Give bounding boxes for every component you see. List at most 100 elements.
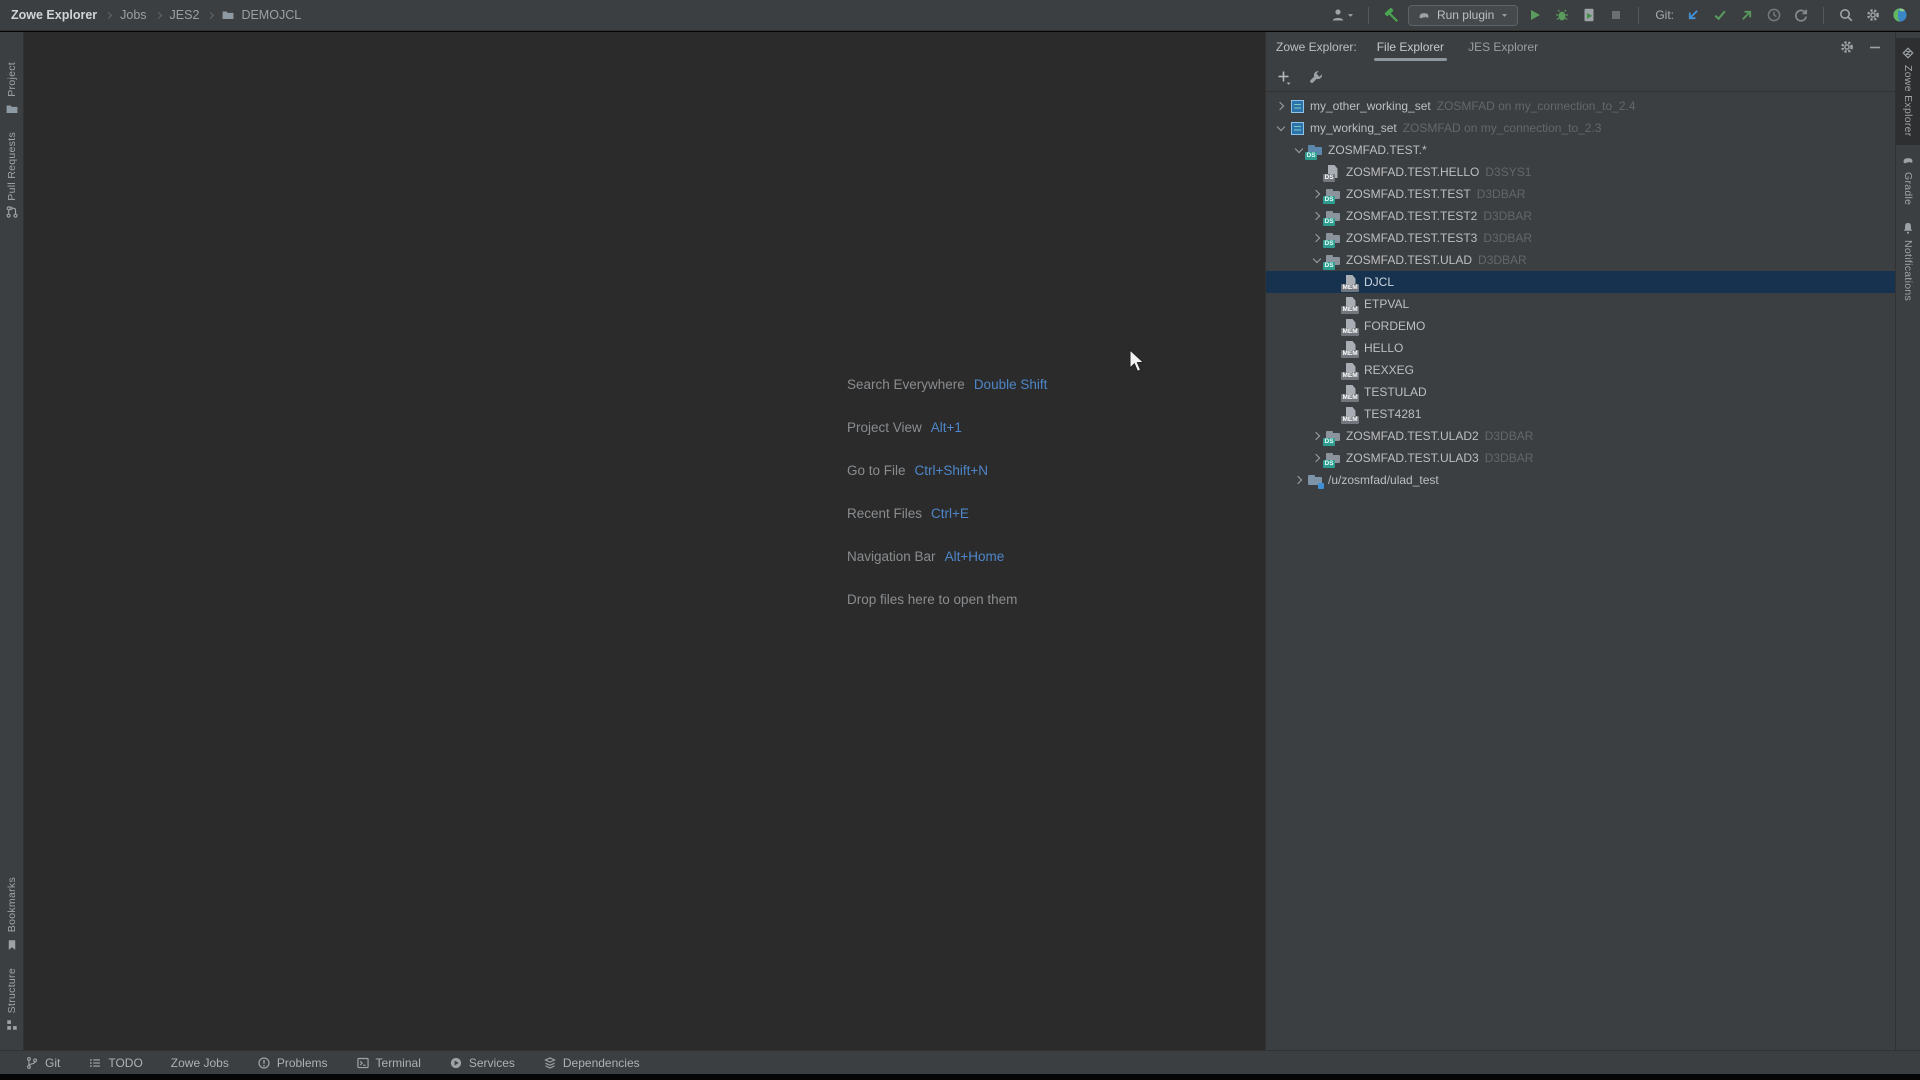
tree-row[interactable]: DSZOSMFAD.TEST.ULADD3DBAR xyxy=(1266,249,1895,271)
shortcut-hint-row: Search EverywhereDouble Shift xyxy=(847,373,1047,395)
bottom-bar-button-terminal[interactable]: Terminal xyxy=(353,1051,424,1074)
tree-row[interactable]: DSZOSMFAD.TEST.TEST3D3DBAR xyxy=(1266,227,1895,249)
tree-row[interactable]: MEMREXXEG xyxy=(1266,359,1895,381)
build-button[interactable] xyxy=(1381,4,1401,26)
shortcut-action-label: Go to File xyxy=(847,463,906,478)
tree-row[interactable]: MEMFORDEMO xyxy=(1266,315,1895,337)
settings-button[interactable] xyxy=(1863,4,1883,26)
coverage-button[interactable] xyxy=(1579,4,1599,26)
bottom-bar-button-git[interactable]: Git xyxy=(22,1051,63,1074)
shortcut-action-label: Project View xyxy=(847,420,922,435)
run-with-coverage-icon xyxy=(1581,7,1597,23)
problems-icon xyxy=(257,1056,271,1070)
tool-stripe-button-bookmarks[interactable]: Bookmarks xyxy=(0,869,23,959)
tree-row[interactable]: DSZOSMFAD.TEST.TEST2D3DBAR xyxy=(1266,205,1895,227)
add-working-set-button[interactable] xyxy=(1274,66,1294,88)
tree-node-label: DJCL xyxy=(1364,275,1394,289)
tree-node-label: ZOSMFAD.TEST.TEST xyxy=(1346,187,1471,201)
git-history-button[interactable] xyxy=(1764,4,1784,26)
git-push-button[interactable] xyxy=(1737,4,1757,26)
tree-row[interactable]: MEMTEST4281 xyxy=(1266,403,1895,425)
user-menu-button[interactable] xyxy=(1329,4,1356,26)
tree-node-label: ETPVAL xyxy=(1364,297,1409,311)
tree-row[interactable]: MEMDJCL xyxy=(1266,271,1895,293)
tool-stripe-label: Zowe Explorer xyxy=(1902,65,1914,137)
run-button[interactable] xyxy=(1525,4,1545,26)
tool-stripe-button-zowe-explorer[interactable]: Zowe Explorer xyxy=(1896,38,1920,145)
tool-stripe-button-project[interactable]: Project xyxy=(0,54,23,124)
breadcrumb-item[interactable]: DEMOJCL xyxy=(240,8,302,22)
tool-stripe-label: Structure xyxy=(6,968,18,1013)
zowe-profile-button[interactable] xyxy=(1890,4,1910,26)
tree-node-label: ZOSMFAD.TEST.HELLO xyxy=(1346,165,1479,179)
git-commit-button[interactable] xyxy=(1710,4,1730,26)
main-toolbar: Zowe ExplorerJobsJES2DEMOJCL Run plugin … xyxy=(0,0,1920,31)
breadcrumb-item[interactable]: Jobs xyxy=(119,8,147,22)
tree-node-secondary-label: D3DBAR xyxy=(1483,209,1532,223)
folder-icon xyxy=(221,8,235,22)
tree-row[interactable]: /u/zosmfad/ulad_test xyxy=(1266,469,1895,491)
toolbar-separator xyxy=(1368,7,1369,24)
bottom-bar-button-services[interactable]: Services xyxy=(446,1051,518,1074)
git-update-button[interactable] xyxy=(1683,4,1703,26)
tree-row[interactable]: MEMHELLO xyxy=(1266,337,1895,359)
tree-row[interactable]: MEMETPVAL xyxy=(1266,293,1895,315)
tree-node-secondary-label: D3DBAR xyxy=(1485,451,1534,465)
tree-row[interactable]: my_other_working_setZOSMFAD on my_connec… xyxy=(1266,95,1895,117)
bottom-bar-button-zowe-jobs[interactable]: Zowe Jobs xyxy=(168,1051,232,1074)
panel-settings-button[interactable] xyxy=(1306,66,1326,88)
tree-row[interactable]: DSZOSMFAD.TEST.ULAD2D3DBAR xyxy=(1266,425,1895,447)
bottom-bar-button-dependencies[interactable]: Dependencies xyxy=(540,1051,643,1074)
working-set-icon xyxy=(1289,98,1305,114)
dataset-icon: DS xyxy=(1325,450,1341,466)
tree-row[interactable]: my_working_setZOSMFAD on my_connection_t… xyxy=(1266,117,1895,139)
wrench-icon xyxy=(1308,69,1324,85)
rollback-icon xyxy=(1793,7,1809,23)
bell-icon xyxy=(1901,221,1915,235)
run-configuration-select[interactable]: Run plugin xyxy=(1408,5,1518,26)
shortcut-keys: Double Shift xyxy=(974,377,1048,392)
tool-stripe-button-structure[interactable]: Structure xyxy=(0,960,23,1040)
terminal-icon xyxy=(356,1056,370,1070)
tab-jes-explorer[interactable]: JES Explorer xyxy=(1468,32,1538,62)
minimize-icon xyxy=(1867,39,1883,55)
update-project-icon xyxy=(1685,7,1701,23)
shortcut-hint-row: Project ViewAlt+1 xyxy=(847,416,1047,438)
tree-row[interactable]: DSZOSMFAD.TEST.* xyxy=(1266,139,1895,161)
run-configuration-label: Run plugin xyxy=(1437,8,1494,22)
shortcut-keys: Ctrl+E xyxy=(931,506,969,521)
chevron-collapsed-icon[interactable] xyxy=(1290,472,1307,488)
debug-button[interactable] xyxy=(1552,4,1572,26)
chevron-collapsed-icon[interactable] xyxy=(1272,98,1289,114)
tool-window-minimize-button[interactable] xyxy=(1865,36,1885,58)
breadcrumb-separator-icon xyxy=(207,11,214,18)
dataset-icon: DS xyxy=(1325,428,1341,444)
tab-file-explorer[interactable]: File Explorer xyxy=(1377,32,1444,62)
tree-node-label: ZOSMFAD.TEST.TEST3 xyxy=(1346,231,1477,245)
bottom-edge xyxy=(0,1074,1920,1080)
search-everywhere-button[interactable] xyxy=(1836,4,1856,26)
tool-stripe-label: Notifications xyxy=(1902,240,1914,301)
tree-node-secondary-label: ZOSMFAD on my_connection_to_2.3 xyxy=(1403,121,1602,135)
git-rollback-button[interactable] xyxy=(1791,4,1811,26)
tree-node-label: HELLO xyxy=(1364,341,1403,355)
tool-window-settings-button[interactable] xyxy=(1837,36,1857,58)
breadcrumb-item[interactable]: JES2 xyxy=(169,8,201,22)
chevron-expanded-icon[interactable] xyxy=(1272,120,1289,136)
breadcrumb-item[interactable]: Zowe Explorer xyxy=(10,8,98,22)
tree-row[interactable]: MEMTESTULAD xyxy=(1266,381,1895,403)
bottom-bar-button-todo[interactable]: TODO xyxy=(85,1051,145,1074)
icon-badge: DS xyxy=(1323,262,1335,270)
tree-row[interactable]: DSZOSMFAD.TEST.TESTD3DBAR xyxy=(1266,183,1895,205)
icon-badge: DS xyxy=(1323,240,1335,248)
icon-badge: DS xyxy=(1323,438,1335,446)
tree-row[interactable]: DSZOSMFAD.TEST.ULAD3D3DBAR xyxy=(1266,447,1895,469)
tool-stripe-button-gradle[interactable]: Gradle xyxy=(1896,145,1920,213)
tool-stripe-button-pull-requests[interactable]: Pull Requests xyxy=(0,124,23,228)
tool-stripe-button-notifications[interactable]: Notifications xyxy=(1896,213,1920,309)
stop-button[interactable] xyxy=(1606,4,1626,26)
tree-row[interactable]: DSZOSMFAD.TEST.HELLOD3SYS1 xyxy=(1266,161,1895,183)
tree-node-secondary-label: D3SYS1 xyxy=(1485,165,1531,179)
bottom-bar-button-problems[interactable]: Problems xyxy=(254,1051,331,1074)
drop-files-hint: Drop files here to open them xyxy=(847,588,1047,610)
